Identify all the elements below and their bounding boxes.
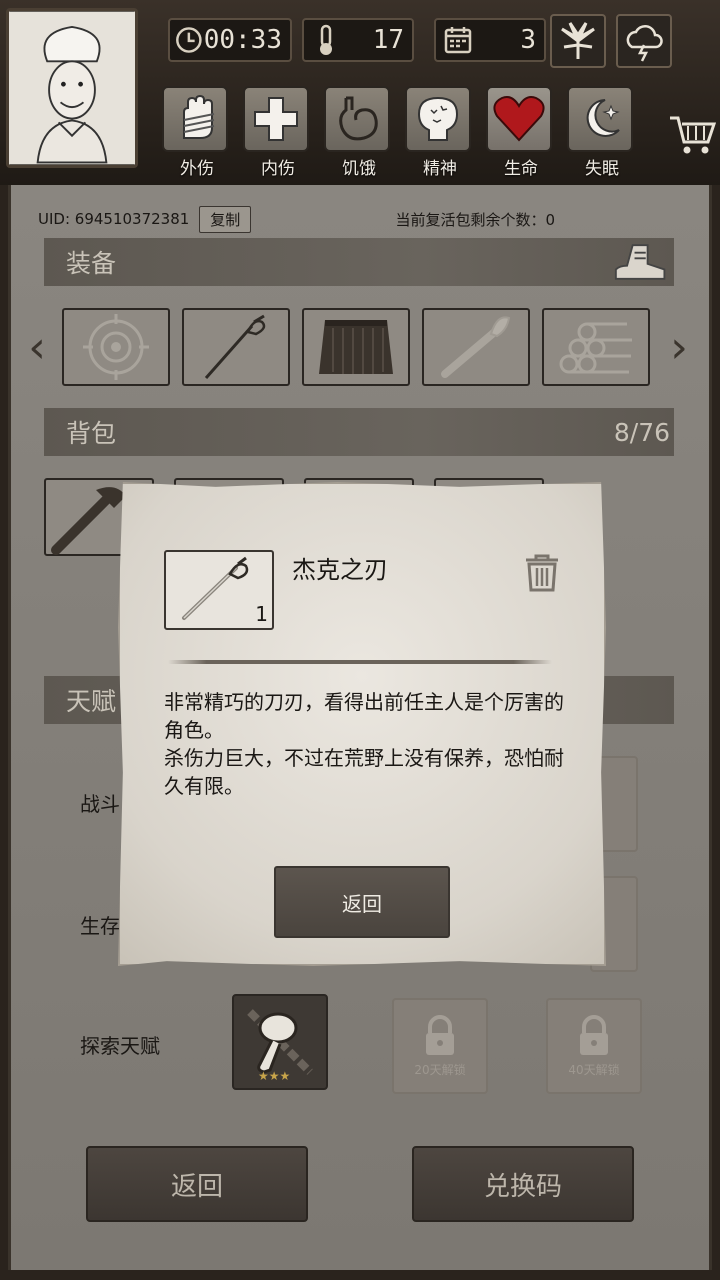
backpack-title: 背包 — [66, 419, 117, 448]
equipment-title: 装备 — [66, 249, 117, 278]
equipment-slot-material[interactable] — [542, 308, 650, 386]
shovel-chain-icon: ★★★ — [247, 1009, 313, 1082]
svg-text:★★★: ★★★ — [258, 1069, 290, 1082]
temperature-display: 17 — [302, 18, 414, 62]
day-display: 3 — [434, 18, 546, 62]
boot-icon[interactable] — [614, 240, 674, 284]
item-icon-box: 1 — [164, 550, 274, 630]
logs-icon — [559, 322, 632, 374]
shopping-cart-icon[interactable] — [668, 112, 716, 156]
copy-uid-button[interactable]: 复制 — [199, 205, 252, 233]
thermometer-icon — [320, 24, 332, 55]
status-spirit[interactable]: 精神 — [405, 86, 475, 180]
status-label: 失眠 — [585, 159, 619, 179]
status-tile — [567, 86, 633, 152]
revive-count-text: 当前复活包剩余个数：0 — [395, 211, 555, 229]
item-count: 1 — [255, 602, 268, 626]
talent-row-label: 战斗 — [80, 792, 120, 816]
weather-button[interactable] — [616, 14, 672, 68]
description-line: 非常精巧的刀刃，看得出前任主人是个厉害的角色。 — [164, 690, 564, 742]
status-label: 精神 — [423, 159, 457, 179]
day-value: 3 — [520, 25, 536, 55]
uid-text: UID: 694510372381 — [38, 210, 190, 228]
torch-icon — [441, 316, 511, 378]
temperature-value: 17 — [372, 25, 404, 55]
bandaged-hand-icon — [183, 94, 215, 139]
equipment-slot-armor[interactable] — [302, 308, 410, 386]
equipment-slot-tool[interactable] — [422, 308, 530, 386]
moon-star-icon — [586, 99, 620, 137]
backpack-header: 背包 8/76 — [44, 408, 674, 456]
talent-row-label: 探索天赋 — [80, 1034, 160, 1058]
explore-talent-tile[interactable]: ★★★ — [232, 994, 328, 1090]
talent-locked-tile: 40天解锁 — [546, 998, 642, 1094]
heart-icon — [493, 96, 545, 142]
item-name: 杰克之刃 — [292, 556, 388, 584]
trash-icon[interactable] — [520, 550, 564, 594]
skirt-icon — [319, 320, 393, 374]
equipment-next-arrow[interactable]: › — [668, 310, 690, 384]
clock-display: 00:33 — [168, 18, 292, 62]
status-external-wound[interactable]: 外伤 — [162, 86, 232, 180]
equipment-slot-weapon[interactable] — [182, 308, 290, 386]
sword-icon — [204, 314, 266, 379]
clock-icon — [176, 27, 202, 53]
status-label: 外伤 — [180, 159, 214, 179]
storm-cloud-icon — [626, 25, 663, 62]
talents-title: 天赋 — [66, 687, 117, 716]
back-button[interactable]: 返回 — [86, 1146, 308, 1222]
chef-avatar[interactable] — [6, 8, 138, 168]
lock-label: 40天解锁 — [568, 1062, 620, 1077]
padlock-icon — [426, 1014, 454, 1055]
status-health[interactable]: 生命 — [486, 86, 556, 180]
target-icon — [83, 314, 149, 380]
equipment-slot-accessory[interactable] — [62, 308, 170, 386]
backpack-capacity: 8/76 — [613, 417, 670, 447]
status-hunger[interactable]: 饥饿 — [324, 86, 394, 180]
redeem-code-button[interactable]: 兑换码 — [412, 1146, 634, 1222]
status-internal-injury[interactable]: 内伤 — [243, 86, 313, 180]
talent-locked-tile: 20天解锁 — [392, 998, 488, 1094]
top-bar: 00:33 17 3 外伤 内伤 饥饿 精神 生命 失眠 — [0, 0, 720, 185]
description-line: 杀伤力巨大，不过在荒野上没有保养，恐怕耐久有限。 — [164, 746, 564, 798]
item-description: 非常精巧的刀刃，看得出前任主人是个厉害的角色。 杀伤力巨大，不过在荒野上没有保养… — [164, 688, 574, 800]
status-tile — [243, 86, 309, 152]
calendar-icon — [444, 27, 472, 54]
leaf-icon — [561, 22, 595, 59]
status-tile — [405, 86, 471, 152]
status-tile — [324, 86, 390, 152]
item-detail-dialog: 1 杰克之刃 非常精巧的刀刃，看得出前任主人是个厉害的角色。 杀伤力巨大，不过在… — [118, 482, 606, 966]
status-insomnia[interactable]: 失眠 — [567, 86, 637, 180]
padlock-icon — [580, 1014, 608, 1055]
dialog-divider — [168, 660, 552, 664]
status-tile — [486, 86, 552, 152]
time-value: 00:33 — [203, 25, 282, 55]
status-tile — [162, 86, 228, 152]
equipment-prev-arrow[interactable]: ‹ — [26, 310, 48, 384]
dialog-back-button[interactable]: 返回 — [274, 866, 450, 938]
status-label: 生命 — [504, 159, 538, 179]
status-label: 饥饿 — [342, 159, 376, 179]
uid-row: UID: 694510372381 复制 — [38, 205, 252, 233]
lock-label: 20天解锁 — [414, 1062, 466, 1077]
equipment-header: 装备 — [44, 238, 674, 286]
herb-button[interactable] — [550, 14, 606, 68]
brain-icon — [417, 96, 459, 141]
status-label: 内伤 — [261, 159, 295, 179]
stomach-icon — [339, 96, 378, 141]
talent-row-label: 生存 — [80, 914, 120, 938]
medical-cross-icon — [254, 97, 298, 141]
